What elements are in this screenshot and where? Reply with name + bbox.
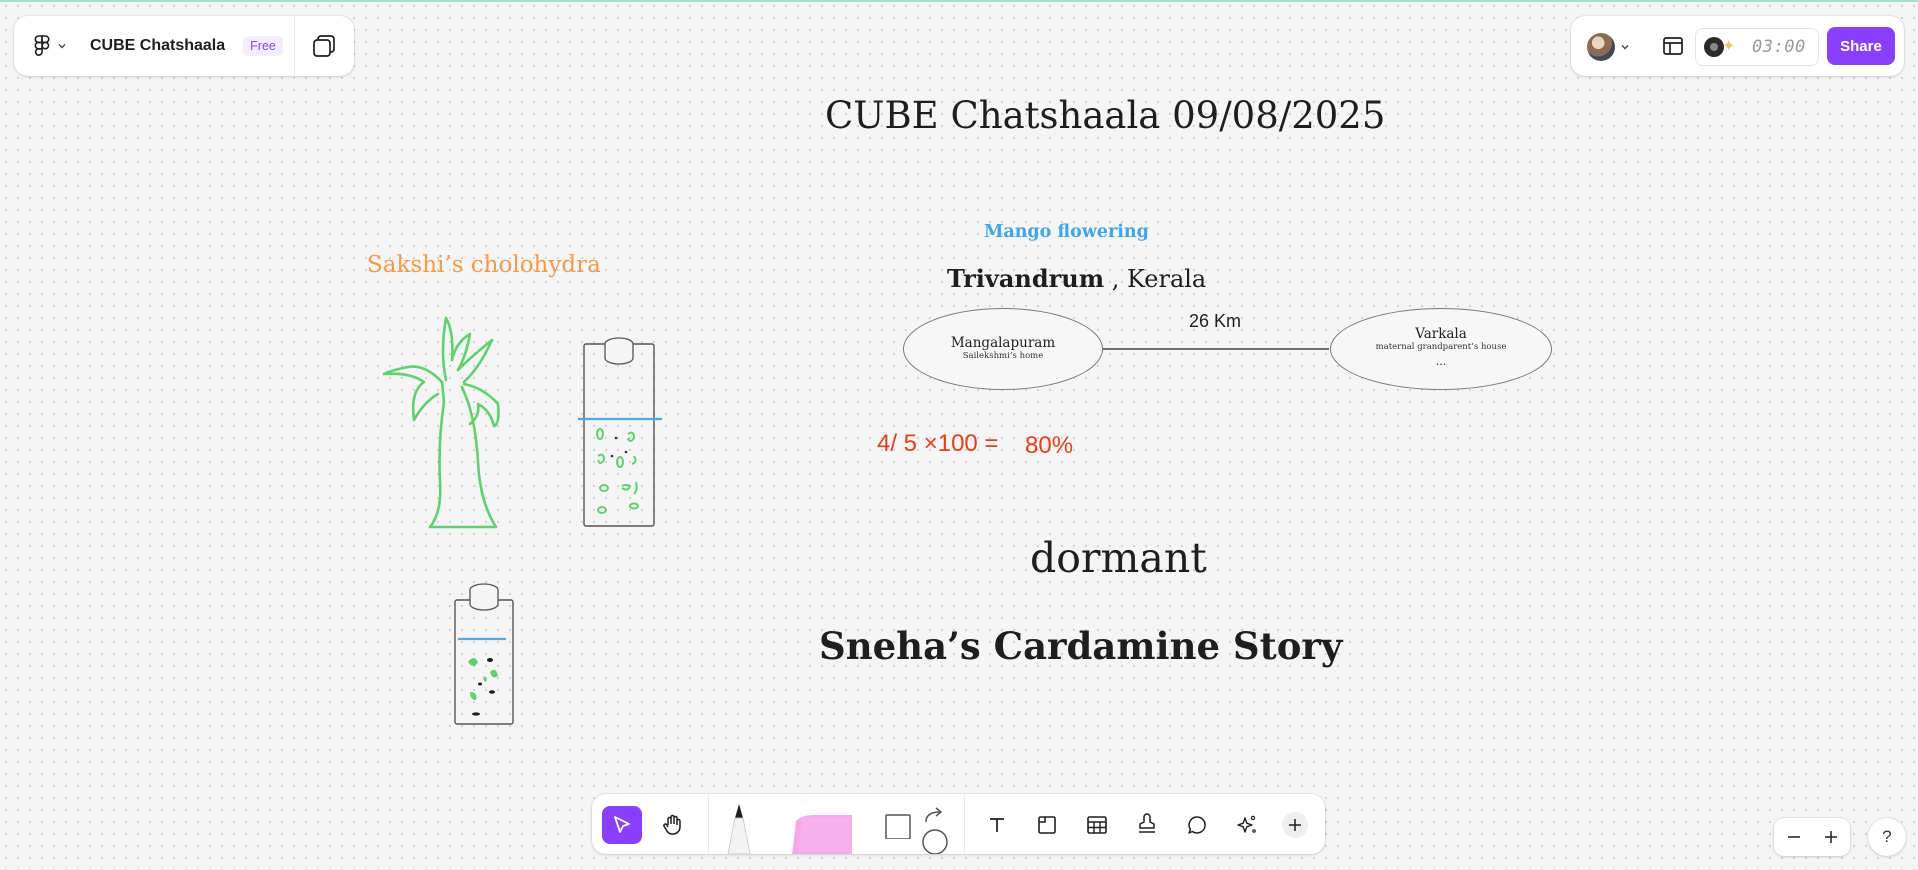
ai-sparkle-icon — [1237, 815, 1256, 833]
minus-icon — [1788, 836, 1800, 838]
text-t-icon — [990, 818, 1004, 832]
dormant-text[interactable]: dormant — [1030, 534, 1207, 582]
file-title[interactable]: CUBE Chatshaala — [90, 37, 225, 55]
user-avatar[interactable] — [1587, 33, 1615, 61]
mango-heading[interactable]: Mango flowering — [984, 222, 1149, 242]
stamp-tool-button[interactable] — [1130, 808, 1164, 842]
toolbar-divider — [708, 794, 709, 854]
hand-tool-button[interactable] — [656, 808, 690, 842]
node-subtitle: Sailekshmi’s home — [962, 351, 1044, 361]
comment-tool-button[interactable] — [1180, 808, 1214, 842]
bottle-drawing-small[interactable] — [452, 580, 522, 726]
square-shape-icon — [885, 814, 911, 839]
pages-icon — [313, 35, 335, 57]
location-rest: , Kerala — [1104, 265, 1207, 293]
marker-pen-icon — [727, 804, 751, 854]
sakshi-label[interactable]: Sakshi’s cholohydra — [367, 252, 601, 278]
chevron-down-icon — [58, 44, 66, 49]
node-varkala[interactable]: Varkala maternal grandparent’s house ... — [1330, 308, 1552, 390]
toolbar-divider — [964, 794, 965, 854]
share-button[interactable]: Share — [1827, 27, 1895, 65]
table-tool-button[interactable] — [1080, 808, 1114, 842]
text-tool-button[interactable] — [980, 808, 1014, 842]
location-bold: Trivandrum — [947, 264, 1105, 293]
plus-icon — [1825, 831, 1837, 843]
comment-bubble-icon — [1188, 816, 1206, 834]
music-disc-icon — [1704, 37, 1724, 57]
timer-text: 03:00 — [1752, 37, 1806, 57]
ai-tool-button[interactable] — [1230, 808, 1264, 842]
main-menu-button[interactable] — [34, 35, 68, 57]
section-icon — [1038, 816, 1056, 834]
hand-icon — [663, 814, 681, 835]
sneha-story-title[interactable]: Sneha’s Cardamine Story — [819, 624, 1342, 668]
section-tool-button[interactable] — [1030, 808, 1064, 842]
move-tool-button[interactable] — [602, 806, 642, 844]
more-tools-button[interactable] — [1278, 808, 1312, 842]
bottle-drawing-large[interactable] — [576, 334, 666, 530]
palm-tree-drawing[interactable] — [380, 312, 520, 532]
chevron-down-icon[interactable] — [1619, 41, 1631, 53]
layout-button[interactable] — [1661, 34, 1685, 63]
sticky-note-icon — [792, 815, 852, 854]
node-subtitle: maternal grandparent’s house — [1375, 342, 1507, 352]
collaboration-panel: ✦ 03:00 Share — [1571, 16, 1904, 76]
board-title[interactable]: CUBE Chatshaala 09/08/2025 — [825, 94, 1385, 137]
top-accent-line — [0, 0, 1918, 2]
percentage-text[interactable]: 80% — [1025, 432, 1073, 460]
calculation-text[interactable]: 4/ 5 ×100 = — [877, 430, 998, 458]
table-icon — [1087, 816, 1107, 834]
sparkle-icon: ✦ — [1722, 38, 1736, 55]
cursor-arrow-icon — [614, 816, 630, 833]
shape-tool-button[interactable] — [880, 808, 914, 842]
plan-badge[interactable]: Free — [243, 36, 283, 56]
node-title: Varkala — [1415, 326, 1467, 342]
zoom-controls — [1774, 818, 1850, 856]
plus-circle-icon — [1282, 812, 1308, 838]
node-mangalapuram[interactable]: Mangalapuram Sailekshmi’s home — [903, 308, 1103, 390]
location-text[interactable]: Trivandrum , Kerala — [947, 264, 1206, 293]
timer-widget[interactable]: ✦ 03:00 — [1695, 28, 1819, 66]
zoom-out-button[interactable] — [1779, 822, 1809, 852]
panel-divider — [294, 16, 295, 76]
marker-tool-button[interactable] — [722, 802, 756, 854]
connector-tool-button[interactable] — [918, 804, 952, 854]
zoom-in-button[interactable] — [1816, 822, 1846, 852]
stamp-icon — [1139, 813, 1155, 833]
layout-icon — [1663, 37, 1683, 55]
help-button[interactable]: ? — [1868, 818, 1906, 856]
figma-logo-icon — [34, 35, 50, 56]
distance-connector[interactable] — [1103, 348, 1329, 350]
sticky-note-tool-button[interactable] — [788, 804, 856, 854]
node-more: ... — [1435, 355, 1447, 368]
connector-arrow-icon — [922, 807, 948, 854]
pages-button[interactable] — [310, 32, 338, 65]
distance-label[interactable]: 26 Km — [1189, 311, 1241, 332]
bottom-toolbar — [592, 794, 1325, 854]
node-title: Mangalapuram — [950, 335, 1056, 351]
file-panel: CUBE Chatshaala Free — [14, 16, 354, 76]
